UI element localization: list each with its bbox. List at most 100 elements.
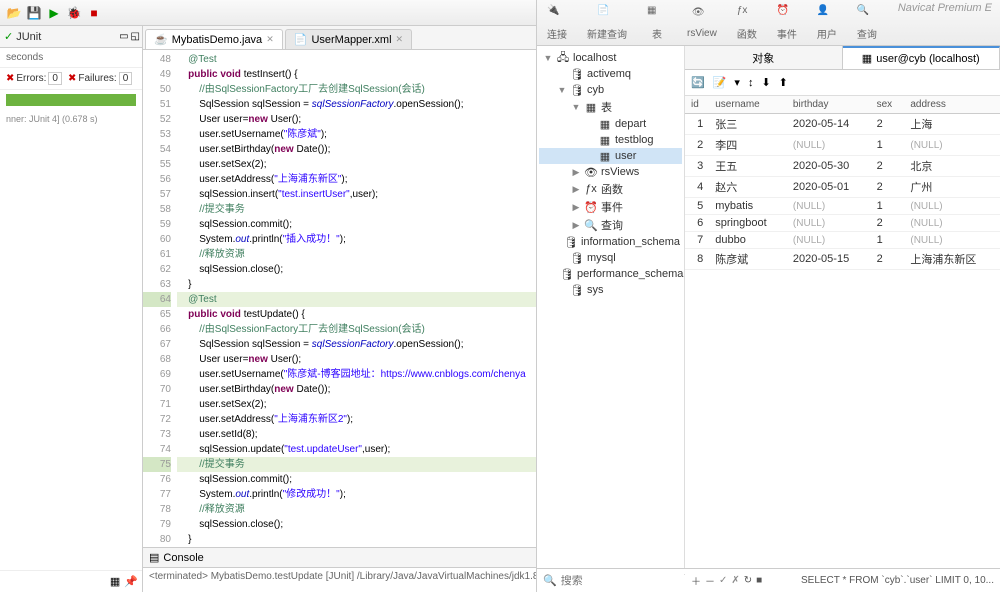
tree-row[interactable]: ▦user (539, 148, 682, 164)
cell[interactable]: dubbo (709, 232, 787, 249)
stop-icon[interactable]: ■ (756, 575, 762, 586)
cell[interactable]: 赵六 (709, 177, 787, 198)
table-row[interactable]: 8陈彦斌2020-05-152上海浦东新区 (685, 249, 1000, 270)
cell[interactable]: (NULL) (787, 198, 871, 215)
console-output[interactable]: <terminated> MybatisDemo.testUpdate [JUn… (143, 568, 536, 585)
layout-icon[interactable]: ▦ (110, 575, 120, 588)
cell[interactable]: 1 (871, 135, 905, 156)
tree-row[interactable]: ▼▦表 (539, 98, 682, 116)
cell[interactable]: 4 (685, 177, 709, 198)
tree-toggle-icon[interactable]: ▶ (571, 167, 581, 178)
cancel-icon[interactable]: ✗ (731, 575, 739, 586)
close-icon[interactable]: ✕ (396, 34, 404, 45)
cell[interactable]: 2 (685, 135, 709, 156)
cell[interactable]: springboot (709, 215, 787, 232)
cell[interactable]: 2 (871, 249, 905, 270)
junit-tab[interactable]: ✓ JUnit (4, 30, 41, 43)
tree-row[interactable]: 🛢mysql (539, 250, 682, 266)
column-header[interactable]: address (904, 96, 1000, 114)
sort-icon[interactable]: ↕ (748, 77, 754, 89)
tree-row[interactable]: ▼🛢cyb (539, 82, 682, 98)
cell[interactable]: 李四 (709, 135, 787, 156)
add-row-icon[interactable]: ＋ (691, 573, 701, 588)
delete-row-icon[interactable]: － (705, 573, 715, 588)
table-row[interactable]: 3王五2020-05-302北京 (685, 156, 1000, 177)
cell[interactable]: 2020-05-30 (787, 156, 871, 177)
tree-row[interactable]: ▶⏰事件 (539, 198, 682, 216)
tree-toggle-icon[interactable]: ▶ (571, 202, 581, 213)
cell[interactable]: 王五 (709, 156, 787, 177)
cell[interactable]: 广州 (904, 177, 1000, 198)
toolbar-fx[interactable]: ƒx函数 (727, 3, 767, 43)
cell[interactable]: 2020-05-01 (787, 177, 871, 198)
db-tree[interactable]: ▼🖧localhost🛢activemq▼🛢cyb▼▦表▦depart▦test… (537, 46, 685, 568)
text-icon[interactable]: 📝 (713, 76, 727, 89)
cell[interactable]: (NULL) (787, 135, 871, 156)
tree-row[interactable]: 🛢information_schema (539, 234, 682, 250)
data-tab[interactable]: 对象 (685, 46, 843, 69)
save-icon[interactable]: 💾 (26, 5, 42, 21)
search-input[interactable] (561, 575, 703, 587)
tree-toggle-icon[interactable]: ▶ (571, 184, 581, 195)
column-header[interactable]: sex (871, 96, 905, 114)
cell[interactable]: 1 (871, 232, 905, 249)
refresh-icon[interactable]: ↻ (744, 575, 752, 586)
open-icon[interactable]: 📂 (6, 5, 22, 21)
editor-tab[interactable]: 📄UserMapper.xml✕ (285, 29, 412, 49)
tree-row[interactable]: 🛢activemq (539, 66, 682, 82)
cell[interactable]: 上海浦东新区 (904, 249, 1000, 270)
data-tab[interactable]: ▦user@cyb (localhost) (843, 46, 1000, 69)
filter-icon[interactable]: ▾ (734, 76, 740, 89)
tree-row[interactable]: ▦testblog (539, 132, 682, 148)
tree-row[interactable]: 🛢sys (539, 282, 682, 298)
toolbar-plug[interactable]: 🔌连接 (537, 3, 577, 43)
debug-icon[interactable]: 🐞 (66, 5, 82, 21)
table-row[interactable]: 2李四(NULL)1(NULL) (685, 135, 1000, 156)
cell[interactable]: mybatis (709, 198, 787, 215)
cell[interactable]: 2 (871, 177, 905, 198)
column-header[interactable]: birthday (787, 96, 871, 114)
tree-row[interactable]: ▶ƒx函数 (539, 180, 682, 198)
cell[interactable]: 3 (685, 156, 709, 177)
cell[interactable]: 1 (685, 114, 709, 135)
cell[interactable]: (NULL) (904, 198, 1000, 215)
import-icon[interactable]: ⬇ (761, 76, 770, 89)
toolbar-clock[interactable]: ⏰事件 (767, 3, 807, 43)
cell[interactable]: 2 (871, 114, 905, 135)
table-row[interactable]: 7dubbo(NULL)1(NULL) (685, 232, 1000, 249)
cell[interactable]: 7 (685, 232, 709, 249)
apply-icon[interactable]: ✓ (719, 575, 727, 586)
cell[interactable]: 2020-05-14 (787, 114, 871, 135)
tree-toggle-icon[interactable]: ▶ (571, 220, 581, 231)
cell[interactable]: (NULL) (904, 232, 1000, 249)
toolbar-view[interactable]: 👁rsView (677, 5, 727, 41)
tree-row[interactable]: 🛢performance_schema (539, 266, 682, 282)
cell[interactable]: 张三 (709, 114, 787, 135)
toolbar-user[interactable]: 👤用户 (807, 3, 847, 43)
cell[interactable]: (NULL) (904, 135, 1000, 156)
tree-toggle-icon[interactable]: ▼ (557, 85, 567, 95)
table-row[interactable]: 6springboot(NULL)2(NULL) (685, 215, 1000, 232)
table-row[interactable]: 1张三2020-05-142上海 (685, 114, 1000, 135)
toolbar-search[interactable]: 🔍查询 (847, 3, 887, 43)
editor-content[interactable]: 4849505152535455565758596061626364656667… (143, 50, 536, 547)
cell[interactable]: 6 (685, 215, 709, 232)
minimize-icon[interactable]: ▭ (119, 31, 128, 42)
toolbar-table[interactable]: ▦表 (637, 3, 677, 43)
close-icon[interactable]: ✕ (266, 34, 274, 45)
cell[interactable]: 陈彦斌 (709, 249, 787, 270)
console-label[interactable]: Console (163, 552, 203, 564)
column-header[interactable]: username (709, 96, 787, 114)
tree-row[interactable]: ▼🖧localhost (539, 50, 682, 66)
table-row[interactable]: 4赵六2020-05-012广州 (685, 177, 1000, 198)
run-icon[interactable]: ▶ (46, 5, 62, 21)
editor-tab[interactable]: ☕MybatisDemo.java✕ (145, 29, 283, 49)
cell[interactable]: 8 (685, 249, 709, 270)
cell[interactable]: 2 (871, 156, 905, 177)
maximize-icon[interactable]: ◱ (131, 31, 140, 42)
tree-row[interactable]: ▶👁rsViews (539, 164, 682, 180)
data-table[interactable]: idusernamebirthdaysexaddress1张三2020-05-1… (685, 96, 1000, 568)
cell[interactable]: 2 (871, 215, 905, 232)
cell[interactable]: 2020-05-15 (787, 249, 871, 270)
pin-icon[interactable]: 📌 (124, 575, 138, 588)
